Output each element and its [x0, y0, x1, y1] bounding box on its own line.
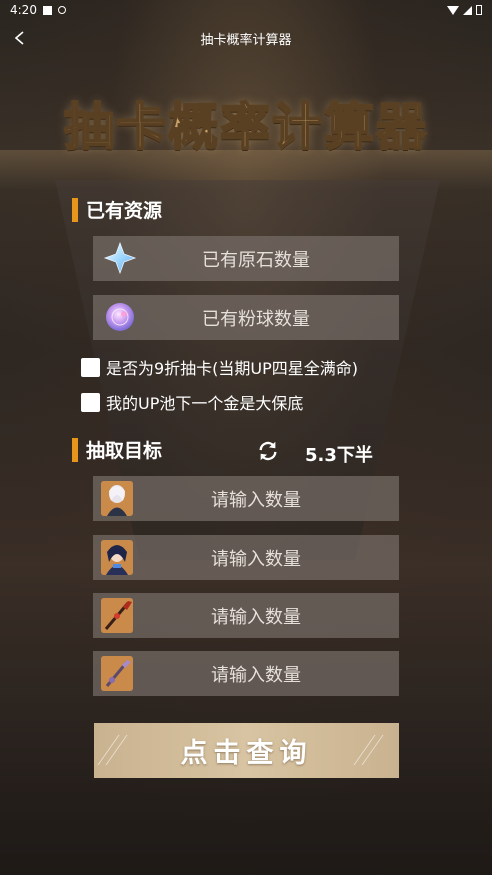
target-input-4[interactable]: 请输入数量	[93, 651, 399, 696]
refresh-icon	[259, 441, 277, 461]
banner-title: 抽卡概率计算器	[63, 96, 428, 157]
target-input-1[interactable]: 请输入数量	[93, 476, 399, 521]
battery-icon	[476, 5, 482, 15]
primogem-icon	[103, 241, 137, 275]
target-input-3[interactable]: 请输入数量	[93, 593, 399, 638]
guarantee-label: 我的UP池下一个金是大保底	[106, 394, 304, 413]
banner: 抽卡概率计算器	[0, 88, 492, 158]
query-button[interactable]: 点击查询	[94, 723, 399, 778]
resources-title-text: 已有资源	[86, 200, 163, 222]
discount-label: 是否为9折抽卡(当期UP四星全满命)	[106, 359, 359, 378]
target-input-4-placeholder: 请输入数量	[211, 664, 301, 686]
intertwined-fate-icon	[103, 300, 137, 334]
version-label: 5.3下半	[305, 445, 373, 466]
pink-ball-input[interactable]: 已有粉球数量	[93, 295, 399, 340]
character-2-avatar	[101, 540, 133, 575]
target-input-1-placeholder: 请输入数量	[211, 489, 301, 511]
app-title: 抽卡概率计算器	[200, 32, 292, 48]
signal-icon	[463, 5, 472, 15]
character-1-avatar	[101, 481, 133, 516]
section-accent-bar	[72, 437, 78, 462]
target-input-2-placeholder: 请输入数量	[211, 548, 301, 570]
target-input-3-placeholder: 请输入数量	[211, 606, 301, 628]
app-bar: 抽卡概率计算器	[0, 20, 492, 56]
notification-icon	[42, 5, 52, 15]
discount-option[interactable]: 是否为9折抽卡(当期UP四星全满命)	[81, 355, 358, 379]
query-button-label: 点击查询	[180, 738, 313, 769]
status-time: 4:20	[10, 3, 37, 17]
wifi-icon	[447, 5, 459, 15]
section-accent-bar	[72, 197, 78, 222]
back-button[interactable]	[8, 26, 32, 50]
shield-icon	[57, 6, 66, 14]
primogem-placeholder: 已有原石数量	[202, 249, 310, 271]
primogem-input[interactable]: 已有原石数量	[93, 236, 399, 281]
guarantee-checkbox[interactable]	[81, 392, 100, 412]
targets-section-title: 抽取目标	[72, 436, 162, 463]
guarantee-option[interactable]: 我的UP池下一个金是大保底	[81, 390, 303, 414]
discount-checkbox[interactable]	[81, 357, 100, 377]
resources-section-title: 已有资源	[72, 196, 162, 223]
weapon-polearm-icon	[101, 598, 133, 633]
pink-ball-placeholder: 已有粉球数量	[202, 308, 310, 330]
target-input-2[interactable]: 请输入数量	[93, 535, 399, 580]
refresh-button[interactable]	[256, 439, 280, 463]
weapon-catalyst-icon	[101, 656, 133, 691]
status-bar: 4:20	[0, 0, 492, 20]
targets-title-text: 抽取目标	[86, 440, 163, 462]
chevron-left-icon	[14, 31, 24, 45]
